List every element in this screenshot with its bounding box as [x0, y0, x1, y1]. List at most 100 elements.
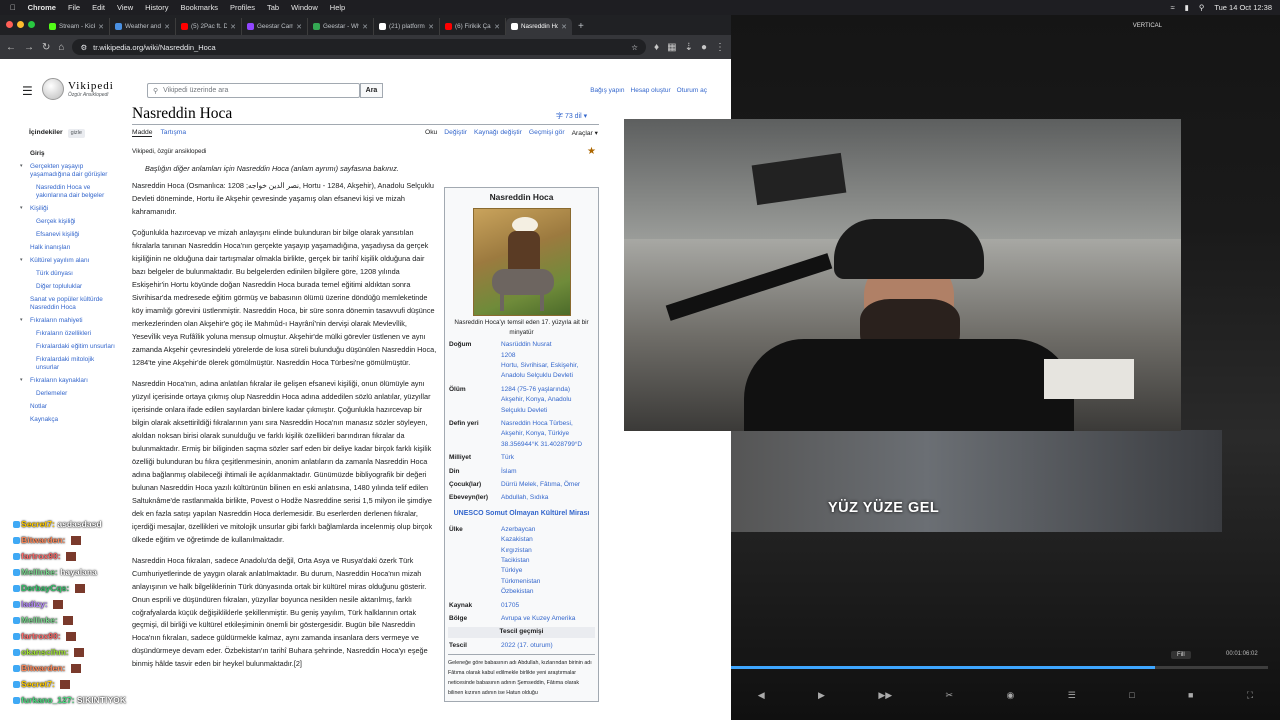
- address-bar[interactable]: ⚙ tr.wikipedia.org/wiki/Nasreddin_Hoca ☆: [72, 39, 646, 55]
- tab-4[interactable]: Geestar - Whi ✕: [308, 18, 374, 35]
- chat-username[interactable]: Mellinke:: [21, 615, 58, 625]
- chat-username[interactable]: Mellinke:: [21, 567, 58, 577]
- create-account-link[interactable]: Hesap oluştur: [631, 87, 671, 94]
- toc-hide-button[interactable]: gizle: [67, 129, 85, 138]
- toc-item[interactable]: Halk inanışları: [18, 244, 118, 252]
- site-info-icon[interactable]: ⚙: [80, 43, 87, 52]
- layers-icon[interactable]: ☰: [1068, 690, 1076, 701]
- wifi-icon[interactable]: ≈: [1171, 3, 1175, 12]
- video-preview[interactable]: YÜZ YÜZE GEL: [731, 430, 1222, 532]
- next-frame-icon[interactable]: ▶▶: [878, 690, 892, 701]
- infobox-value[interactable]: Nasrüddin Nusrat 1208 Hortu, Sivrihisar,…: [501, 340, 595, 382]
- toc-item[interactable]: Derlemeler: [18, 390, 118, 398]
- menu-file[interactable]: File: [68, 3, 80, 12]
- prev-frame-icon[interactable]: ◀: [758, 690, 765, 701]
- minimize-window-button[interactable]: [17, 21, 24, 28]
- unesco-heading[interactable]: UNESCO Somut Olmayan Kültürel Mirası: [448, 509, 595, 519]
- toc-item[interactable]: Sanat ve popüler kültürde Nasreddin Hoca: [18, 296, 118, 312]
- toc-toggle-icon[interactable]: ▾: [20, 163, 23, 169]
- toc-item[interactable]: ▾ Fıkraların kaynakları: [18, 377, 118, 385]
- menu-bookmarks[interactable]: Bookmarks: [180, 3, 218, 12]
- forward-icon[interactable]: →: [24, 42, 34, 53]
- infobox-value[interactable]: Nasreddin Hoca Türbesi, Akşehir, Konya, …: [501, 419, 595, 450]
- tab-edit[interactable]: Değiştir: [444, 129, 467, 137]
- wiki-logo[interactable]: Vikipedi Özgür Ansiklopedi: [42, 78, 114, 100]
- infobox-image[interactable]: [472, 208, 571, 317]
- main-menu-icon[interactable]: ☰: [22, 84, 33, 98]
- search-input[interactable]: ⚲ Vikipedi üzerinde ara: [147, 83, 360, 98]
- menu-tab[interactable]: Tab: [267, 3, 279, 12]
- toc-item[interactable]: ▾ Kültürel yayılım alanı: [18, 257, 118, 265]
- download-icon[interactable]: ⇣: [685, 42, 693, 53]
- toc-item[interactable]: Kaynakça: [18, 416, 118, 424]
- clock[interactable]: Tue 14 Oct 12:38: [1214, 3, 1272, 12]
- timeline-scrubber[interactable]: [731, 666, 1268, 669]
- app-menu[interactable]: Chrome: [28, 3, 56, 12]
- toc-item[interactable]: Fıkralardaki eğitim unsurları: [18, 343, 118, 351]
- chat-username[interactable]: ladizy:: [21, 599, 48, 609]
- tab-edit-source[interactable]: Kaynağı değiştir: [474, 129, 522, 137]
- tab-read[interactable]: Oku: [425, 129, 437, 137]
- tab-talk[interactable]: Tartışma: [160, 129, 186, 137]
- scissors-icon[interactable]: ✂: [946, 690, 954, 701]
- menu-profiles[interactable]: Profiles: [230, 3, 255, 12]
- donate-link[interactable]: Bağış yapın: [590, 87, 624, 94]
- menu-window[interactable]: Window: [291, 3, 318, 12]
- chat-username[interactable]: okanscihm:: [21, 647, 69, 657]
- chat-username[interactable]: Bitwarden:: [21, 663, 65, 673]
- tab-0[interactable]: Stream - Kick D✕: [44, 18, 110, 35]
- infobox-value[interactable]: Avrupa ve Kuzey Amerika: [501, 614, 595, 624]
- bookmark-star-icon[interactable]: ☆: [631, 43, 638, 52]
- back-icon[interactable]: ←: [6, 42, 16, 53]
- menu-edit[interactable]: Edit: [92, 3, 105, 12]
- tab-7[interactable]: Nasreddin Hoc✕: [506, 18, 572, 35]
- toc-toggle-icon[interactable]: ▾: [20, 317, 23, 323]
- crop-icon[interactable]: □: [1129, 690, 1134, 700]
- infobox-value[interactable]: 1284 (75-76 yaşlarında) Akşehir, Konya, …: [501, 385, 595, 416]
- new-tab-button[interactable]: +: [572, 18, 590, 35]
- toc-toggle-icon[interactable]: ▾: [20, 205, 23, 211]
- infobox-value[interactable]: Abdullah, Sıdıka: [501, 493, 595, 503]
- fullscreen-icon[interactable]: ⛶: [1247, 690, 1253, 701]
- chat-username[interactable]: fartrox90:: [21, 551, 61, 561]
- chat-username[interactable]: DerbayCqs:: [21, 583, 69, 593]
- toc-item[interactable]: Nasreddin Hoca ve yakınlarına dair belge…: [18, 184, 118, 200]
- extension-icon[interactable]: ♦: [654, 42, 659, 53]
- toc-item[interactable]: Giriş: [18, 150, 118, 158]
- menu-kebab-icon[interactable]: ⋮: [715, 42, 725, 53]
- menu-help[interactable]: Help: [330, 3, 345, 12]
- tab-close-icon[interactable]: ✕: [164, 23, 170, 31]
- infobox-value[interactable]: İslam: [501, 467, 595, 477]
- reload-icon[interactable]: ↻: [42, 42, 50, 53]
- lock-icon[interactable]: ■: [1188, 690, 1193, 700]
- infobox-value[interactable]: Dürrü Melek, Fâtıma, Ömer: [501, 480, 595, 490]
- search-icon[interactable]: ⚲: [1199, 3, 1205, 12]
- menu-view[interactable]: View: [117, 3, 133, 12]
- tab-close-icon[interactable]: ✕: [296, 23, 302, 31]
- tab-history[interactable]: Geçmişi gör: [529, 129, 565, 137]
- tab-close-icon[interactable]: ✕: [428, 23, 434, 31]
- toc-item[interactable]: Fıkralardaki mitolojik unsurlar: [18, 356, 118, 372]
- toc-item[interactable]: Diğer topluluklar: [18, 283, 118, 291]
- tab-close-icon[interactable]: ✕: [230, 23, 236, 31]
- fit-dropdown[interactable]: Fill: [1171, 651, 1191, 659]
- home-icon[interactable]: ⌂: [58, 42, 64, 53]
- infobox-value[interactable]: 01705: [501, 601, 595, 611]
- tab-close-icon[interactable]: ✕: [362, 23, 368, 31]
- chat-username[interactable]: Secret7:: [21, 679, 55, 689]
- chat-username[interactable]: Secret7:: [21, 519, 55, 529]
- battery-icon[interactable]: ▮: [1185, 3, 1189, 12]
- search-button[interactable]: Ara: [360, 83, 383, 98]
- chat-username[interactable]: Bitwarden:: [21, 535, 65, 545]
- tab-close-icon[interactable]: ✕: [98, 23, 104, 31]
- tab-6[interactable]: (6) Firikik Çalış✕: [440, 18, 506, 35]
- chat-username[interactable]: fartrox90:: [21, 631, 61, 641]
- camera-icon[interactable]: ◉: [1006, 690, 1014, 701]
- language-button[interactable]: 字 73 dil ▾: [556, 111, 587, 121]
- toc-item[interactable]: ▾ Fıkraların mahiyeti: [18, 317, 118, 325]
- tab-5[interactable]: (21) platform o✕: [374, 18, 440, 35]
- login-link[interactable]: Oturum aç: [677, 87, 707, 94]
- zoom-window-button[interactable]: [28, 21, 35, 28]
- toc-item[interactable]: ▾ Gerçekten yaşayıp yaşamadığına dair gör…: [18, 163, 118, 179]
- extensions-puzzle-icon[interactable]: ▦: [667, 42, 676, 53]
